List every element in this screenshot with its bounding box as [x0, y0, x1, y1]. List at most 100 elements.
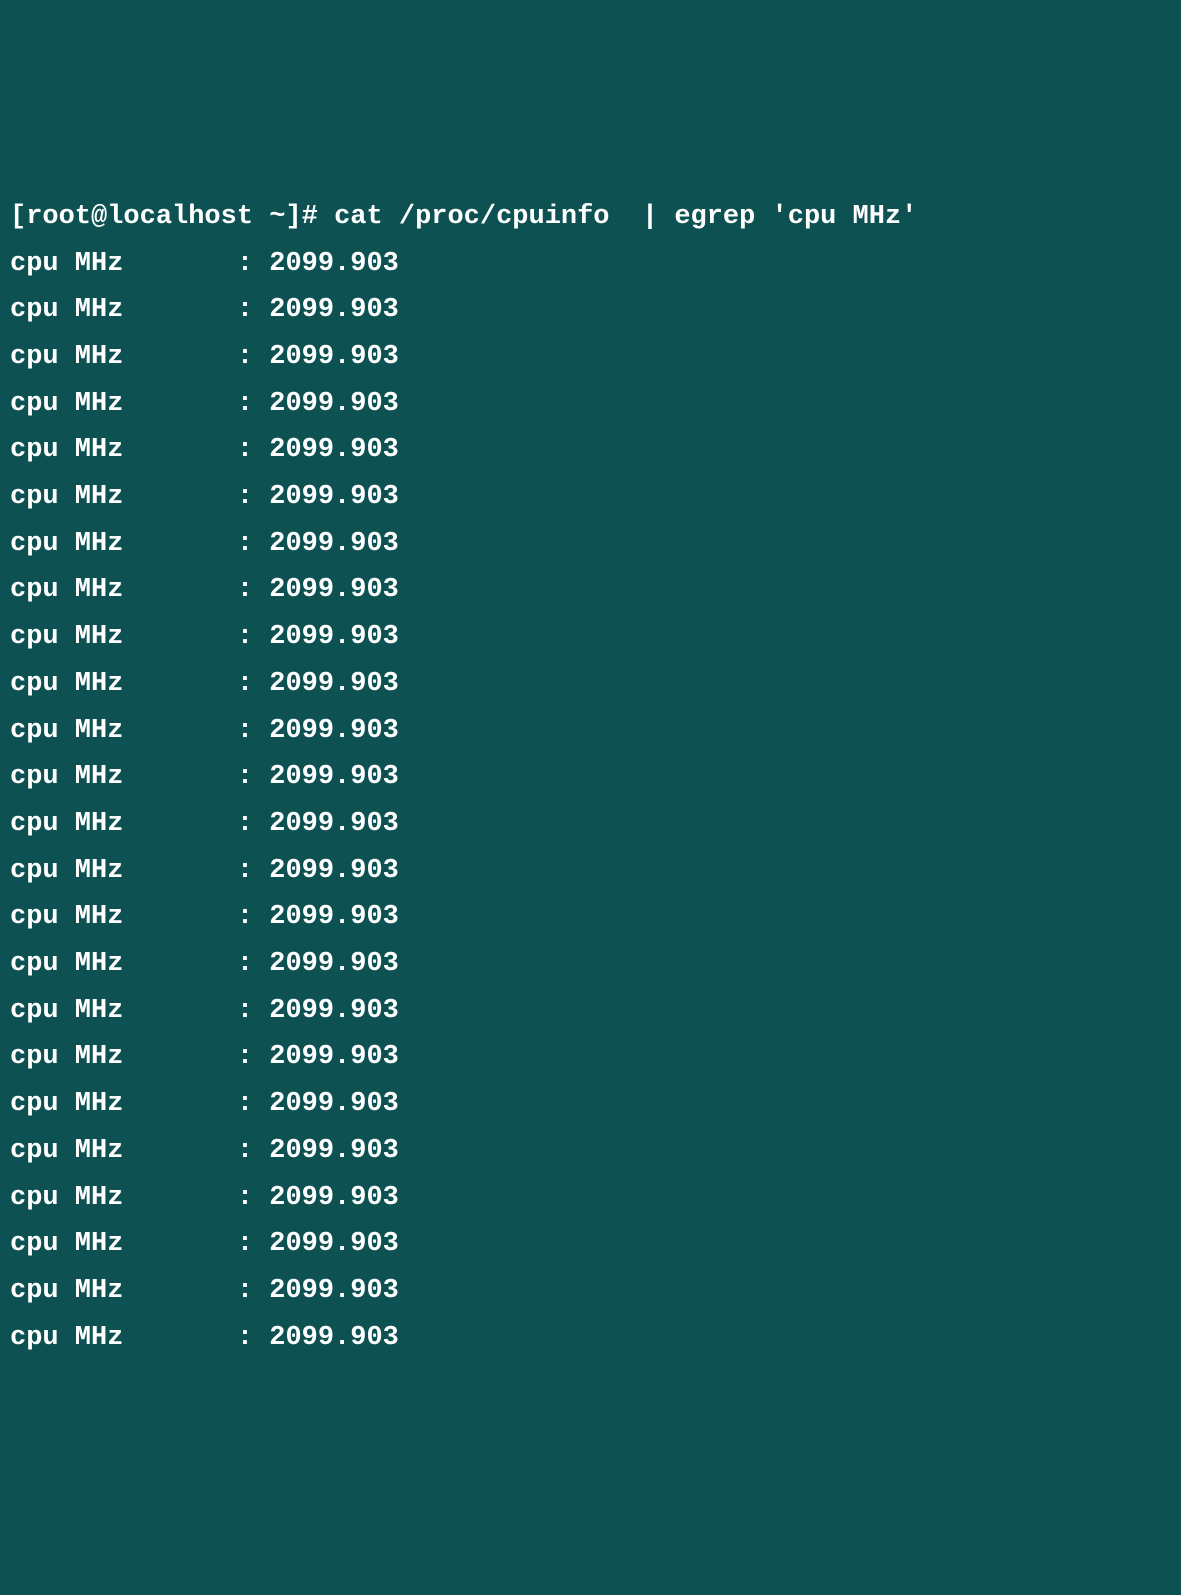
output-line: cpu MHz : 2099.903 [10, 708, 1171, 755]
cpuinfo-sep: : [237, 669, 269, 699]
cpuinfo-sep: : [237, 1323, 269, 1353]
output-line: cpu MHz : 2099.903 [10, 474, 1171, 521]
cpuinfo-key: cpu MHz [10, 1042, 237, 1072]
cpuinfo-key: cpu MHz [10, 1089, 237, 1119]
cpuinfo-sep: : [237, 1136, 269, 1166]
cpuinfo-value: 2099.903 [269, 1089, 399, 1119]
cpuinfo-value: 2099.903 [269, 996, 399, 1026]
output-line: cpu MHz : 2099.903 [10, 1221, 1171, 1268]
cpuinfo-value: 2099.903 [269, 482, 399, 512]
cpuinfo-value: 2099.903 [269, 529, 399, 559]
output-line: cpu MHz : 2099.903 [10, 287, 1171, 334]
cpuinfo-value: 2099.903 [269, 1136, 399, 1166]
cpuinfo-key: cpu MHz [10, 856, 237, 886]
cpuinfo-sep: : [237, 295, 269, 325]
cpuinfo-sep: : [237, 902, 269, 932]
cpuinfo-value: 2099.903 [269, 1229, 399, 1259]
cpuinfo-value: 2099.903 [269, 1183, 399, 1213]
cpuinfo-key: cpu MHz [10, 1183, 237, 1213]
cpuinfo-sep: : [237, 716, 269, 746]
cpuinfo-key: cpu MHz [10, 389, 237, 419]
output-line: cpu MHz : 2099.903 [10, 1034, 1171, 1081]
cpuinfo-value: 2099.903 [269, 435, 399, 465]
cpuinfo-key: cpu MHz [10, 669, 237, 699]
cpuinfo-sep: : [237, 1089, 269, 1119]
cpuinfo-key: cpu MHz [10, 575, 237, 605]
cpuinfo-sep: : [237, 529, 269, 559]
cpuinfo-sep: : [237, 575, 269, 605]
cpuinfo-key: cpu MHz [10, 342, 237, 372]
cpuinfo-key: cpu MHz [10, 762, 237, 792]
cpuinfo-sep: : [237, 482, 269, 512]
cpuinfo-key: cpu MHz [10, 295, 237, 325]
terminal-window[interactable]: [root@localhost ~]# cat /proc/cpuinfo | … [10, 194, 1171, 1362]
cpuinfo-key: cpu MHz [10, 1229, 237, 1259]
cpuinfo-value: 2099.903 [269, 856, 399, 886]
cpuinfo-key: cpu MHz [10, 996, 237, 1026]
output-line: cpu MHz : 2099.903 [10, 1128, 1171, 1175]
cpuinfo-sep: : [237, 435, 269, 465]
output-line: cpu MHz : 2099.903 [10, 334, 1171, 381]
output-line: cpu MHz : 2099.903 [10, 1175, 1171, 1222]
cpuinfo-key: cpu MHz [10, 716, 237, 746]
cpuinfo-key: cpu MHz [10, 1276, 237, 1306]
output-line: cpu MHz : 2099.903 [10, 427, 1171, 474]
output-line: cpu MHz : 2099.903 [10, 614, 1171, 661]
output-line: cpu MHz : 2099.903 [10, 241, 1171, 288]
cpuinfo-key: cpu MHz [10, 809, 237, 839]
cpuinfo-sep: : [237, 809, 269, 839]
cpuinfo-value: 2099.903 [269, 295, 399, 325]
output-line: cpu MHz : 2099.903 [10, 1081, 1171, 1128]
cpuinfo-value: 2099.903 [269, 1323, 399, 1353]
cpuinfo-sep: : [237, 949, 269, 979]
cpuinfo-value: 2099.903 [269, 249, 399, 279]
cpuinfo-key: cpu MHz [10, 949, 237, 979]
cpuinfo-key: cpu MHz [10, 249, 237, 279]
cpuinfo-value: 2099.903 [269, 902, 399, 932]
cpuinfo-value: 2099.903 [269, 669, 399, 699]
cpuinfo-value: 2099.903 [269, 809, 399, 839]
cpuinfo-key: cpu MHz [10, 482, 237, 512]
cpuinfo-sep: : [237, 1042, 269, 1072]
cpuinfo-sep: : [237, 389, 269, 419]
cpuinfo-key: cpu MHz [10, 902, 237, 932]
cpuinfo-key: cpu MHz [10, 529, 237, 559]
cpuinfo-value: 2099.903 [269, 342, 399, 372]
shell-command: cat /proc/cpuinfo | egrep 'cpu MHz' [334, 202, 917, 232]
cpuinfo-value: 2099.903 [269, 389, 399, 419]
cpuinfo-value: 2099.903 [269, 762, 399, 792]
output-line: cpu MHz : 2099.903 [10, 1268, 1171, 1315]
output-line: cpu MHz : 2099.903 [10, 1315, 1171, 1362]
output-line: cpu MHz : 2099.903 [10, 521, 1171, 568]
cpuinfo-value: 2099.903 [269, 622, 399, 652]
command-line: [root@localhost ~]# cat /proc/cpuinfo | … [10, 194, 1171, 241]
output-line: cpu MHz : 2099.903 [10, 848, 1171, 895]
cpuinfo-sep: : [237, 1276, 269, 1306]
cpuinfo-key: cpu MHz [10, 435, 237, 465]
output-line: cpu MHz : 2099.903 [10, 988, 1171, 1035]
cpuinfo-value: 2099.903 [269, 575, 399, 605]
output-line: cpu MHz : 2099.903 [10, 381, 1171, 428]
cpuinfo-sep: : [237, 856, 269, 886]
cpuinfo-value: 2099.903 [269, 949, 399, 979]
cpuinfo-sep: : [237, 1229, 269, 1259]
cpuinfo-sep: : [237, 622, 269, 652]
cpuinfo-sep: : [237, 996, 269, 1026]
output-line: cpu MHz : 2099.903 [10, 894, 1171, 941]
cpuinfo-sep: : [237, 249, 269, 279]
cpuinfo-key: cpu MHz [10, 622, 237, 652]
cpuinfo-value: 2099.903 [269, 716, 399, 746]
cpuinfo-key: cpu MHz [10, 1136, 237, 1166]
cpuinfo-sep: : [237, 342, 269, 372]
cpuinfo-sep: : [237, 762, 269, 792]
output-line: cpu MHz : 2099.903 [10, 754, 1171, 801]
output-line: cpu MHz : 2099.903 [10, 567, 1171, 614]
cpuinfo-sep: : [237, 1183, 269, 1213]
shell-prompt: [root@localhost ~]# [10, 202, 334, 232]
output-line: cpu MHz : 2099.903 [10, 801, 1171, 848]
cpuinfo-key: cpu MHz [10, 1323, 237, 1353]
output-line: cpu MHz : 2099.903 [10, 941, 1171, 988]
cpuinfo-value: 2099.903 [269, 1276, 399, 1306]
output-line: cpu MHz : 2099.903 [10, 661, 1171, 708]
cpuinfo-value: 2099.903 [269, 1042, 399, 1072]
